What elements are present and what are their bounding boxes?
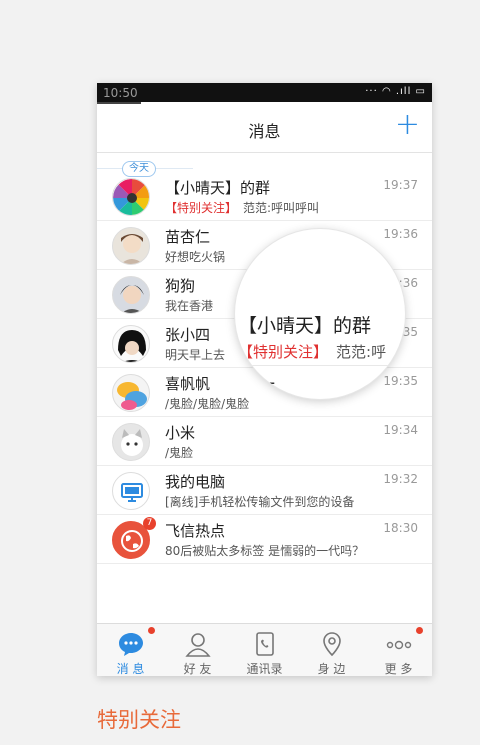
status-indicators: ··· ◠ .ıll ▭: [365, 86, 426, 97]
message-preview: /鬼脸: [165, 446, 194, 460]
color-wheel-icon: [113, 179, 149, 215]
message-preview: 80后被贴太多标签 是懦弱的一代吗？: [165, 544, 365, 558]
magnified-next-name: 杏仁: [238, 378, 277, 399]
tab-label: 好 友: [183, 662, 212, 676]
status-bar: 10:50 ··· ◠ .ıll ▭: [97, 83, 432, 102]
person-photo-icon: [118, 330, 146, 362]
message-time: 19:35: [383, 374, 418, 388]
magnified-preview-text: 范范:呼: [336, 343, 387, 361]
contact-avatar: [112, 227, 150, 265]
message-time: 19:36: [383, 227, 418, 241]
message-row[interactable]: 【小晴天】的群 【特别关注】 范范:呼叫呼叫 19:37: [97, 172, 432, 221]
tab-messages[interactable]: 消 息: [97, 624, 164, 676]
header: 消息 +: [97, 104, 432, 153]
tab-friends[interactable]: 好 友: [164, 624, 231, 676]
message-preview: /鬼脸/鬼脸/鬼脸: [165, 397, 250, 411]
tab-label: 消 息: [116, 662, 145, 676]
contact-name: 小米: [165, 424, 196, 442]
message-time: 19:37: [383, 178, 418, 192]
phone-screen: 10:50 ··· ◠ .ıll ▭ 消息 + 今天 【小晴天】的群 【特别关注…: [97, 83, 432, 676]
message-time: 19:34: [383, 423, 418, 437]
tab-label: 更 多: [384, 662, 413, 676]
contact-name: 喜帆帆: [165, 375, 211, 393]
tab-label: 通讯录: [246, 662, 283, 676]
tab-label: 身 边: [317, 662, 346, 676]
contact-name: 苗杏仁: [165, 228, 211, 246]
contact-avatar: [112, 276, 150, 314]
magnified-preview: 【特别关注】 范范:呼: [238, 341, 386, 362]
group-avatar: [112, 178, 150, 216]
contact-avatar: [112, 423, 150, 461]
contact-name: 飞信热点: [165, 522, 226, 540]
message-preview: 好想吃火锅: [165, 250, 226, 264]
contact-name: 我的电脑: [165, 473, 226, 491]
magnified-special-tag: 【特别关注】: [238, 343, 329, 361]
monitor-icon: [121, 483, 143, 502]
contact-avatar: [112, 325, 150, 363]
feature-caption: 特别关注: [97, 708, 181, 732]
message-time: 19:32: [383, 472, 418, 486]
magnifier-lens: 【小晴天】的群 【特别关注】 范范:呼 杏仁: [235, 229, 405, 399]
phone-book-icon: [256, 632, 274, 656]
contact-name: 【小晴天】的群: [165, 179, 271, 197]
tab-contacts[interactable]: 通讯录: [231, 624, 298, 676]
add-button[interactable]: +: [395, 110, 420, 140]
person-icon: [185, 633, 211, 657]
page-title: 消息: [248, 122, 281, 141]
message-row[interactable]: 我的电脑 [离线]手机轻松传输文件到您的设备 19:32: [97, 466, 432, 515]
location-pin-icon: [323, 632, 341, 657]
contact-avatar: [112, 374, 150, 412]
message-preview: 明天早上去: [165, 348, 226, 362]
cat-photo-icon: [121, 429, 143, 456]
chat-bubble-icon: [119, 633, 143, 656]
more-dots-icon: [386, 640, 412, 650]
person-photo-icon: [121, 234, 143, 264]
contact-name: 狗狗: [165, 277, 196, 295]
notification-dot: [148, 627, 155, 634]
unread-badge: 7: [143, 517, 156, 530]
computer-avatar: [112, 472, 150, 510]
special-follow-tag: 【特别关注】: [165, 201, 238, 215]
message-preview-text: 范范:呼叫呼叫: [243, 201, 320, 215]
person-photo-icon: [120, 285, 144, 313]
message-time: 18:30: [383, 521, 418, 535]
message-row[interactable]: 7 飞信热点 80后被贴太多标签 是懦弱的一代吗？ 18:30: [97, 515, 432, 564]
chat-bubbles-icon: [117, 382, 147, 410]
message-preview: 【特别关注】 范范:呼叫呼叫: [165, 199, 319, 216]
magnified-contact-name: 【小晴天】的群: [238, 315, 372, 337]
tab-bar: 消 息 好 友 通讯录 身 边 更 多: [97, 623, 432, 676]
notification-dot: [416, 627, 423, 634]
message-row[interactable]: 小米 /鬼脸 19:34: [97, 417, 432, 466]
tab-more[interactable]: 更 多: [365, 624, 432, 676]
contact-name: 张小四: [165, 326, 211, 344]
magnified-divider: [235, 365, 405, 366]
tab-nearby[interactable]: 身 边: [298, 624, 365, 676]
message-preview: [离线]手机轻松传输文件到您的设备: [165, 495, 355, 509]
message-preview: 我在香港: [165, 299, 214, 313]
